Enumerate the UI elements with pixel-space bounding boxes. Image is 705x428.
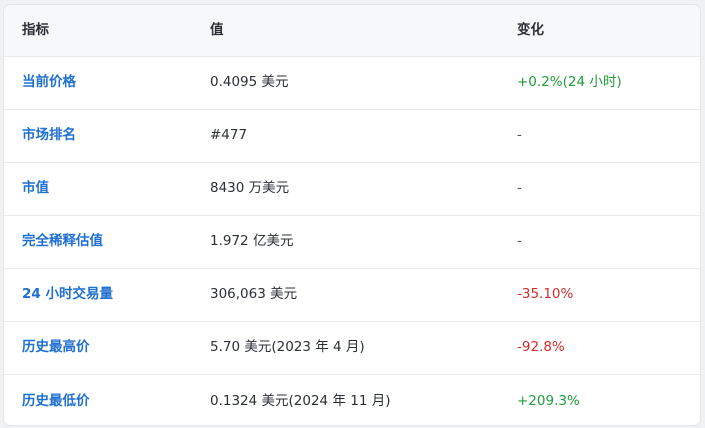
value-atl: 0.1324 美元(2024 年 11 月) (210, 392, 391, 409)
table-row-current-price: 当前价格 0.4095 美元 +0.2%(24 小时) (4, 57, 700, 110)
header-metric: 指标 (22, 21, 49, 38)
change-ath: -92.8% (517, 339, 565, 356)
header-change: 变化 (517, 21, 544, 38)
table-row-market-cap: 市值 8430 万美元 - (4, 163, 700, 216)
change-24h-volume: -35.10% (517, 286, 574, 303)
header-value: 值 (210, 21, 224, 38)
metric-link-ath[interactable]: 历史最高价 (22, 341, 90, 355)
change-market-cap: - (517, 180, 522, 197)
table-row-24h-volume: 24 小时交易量 306,063 美元 -35.10% (4, 269, 700, 322)
metric-link-24h-volume[interactable]: 24 小时交易量 (22, 288, 113, 302)
table-row-fdv: 完全稀释估值 1.972 亿美元 - (4, 216, 700, 269)
table-row-market-rank: 市场排名 #477 - (4, 110, 700, 163)
table-row-atl: 历史最低价 0.1324 美元(2024 年 11 月) +209.3% (4, 375, 700, 425)
metrics-table: 指标 值 变化 当前价格 0.4095 美元 +0.2%(24 小时) 市场排名… (3, 4, 701, 426)
change-fdv: - (517, 233, 522, 250)
change-current-price: +0.2%(24 小时) (517, 74, 622, 91)
value-fdv: 1.972 亿美元 (210, 233, 294, 250)
value-24h-volume: 306,063 美元 (210, 286, 298, 303)
change-market-rank: - (517, 127, 522, 144)
metric-link-fdv[interactable]: 完全稀释估值 (22, 235, 103, 249)
metric-link-current-price[interactable]: 当前价格 (22, 76, 76, 90)
metric-link-market-rank[interactable]: 市场排名 (22, 129, 76, 143)
change-atl: +209.3% (517, 392, 580, 409)
metric-link-atl[interactable]: 历史最低价 (22, 394, 90, 409)
value-market-cap: 8430 万美元 (210, 180, 290, 197)
value-market-rank: #477 (210, 127, 248, 144)
table-header-row: 指标 值 变化 (4, 5, 700, 57)
value-ath: 5.70 美元(2023 年 4 月) (210, 339, 365, 356)
table-row-ath: 历史最高价 5.70 美元(2023 年 4 月) -92.8% (4, 322, 700, 375)
value-current-price: 0.4095 美元 (210, 74, 289, 91)
metric-link-market-cap[interactable]: 市值 (22, 182, 49, 196)
